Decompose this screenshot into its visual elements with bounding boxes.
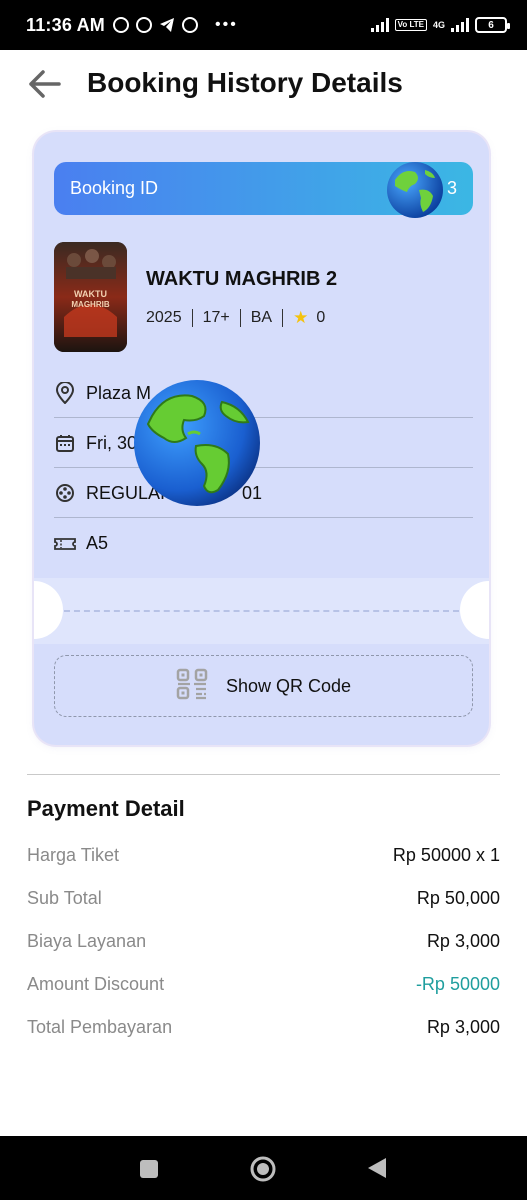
booking-id-label: Booking ID <box>70 178 159 198</box>
meta-divider <box>191 309 193 327</box>
qr-button-label: Show QR Code <box>225 675 352 696</box>
more-notifications-icon: ••• <box>214 16 238 33</box>
show-qr-code-button[interactable]: Show QR Code <box>54 655 473 717</box>
payment-row-total: Total Pembayaran Rp 3,000 <box>27 1017 500 1038</box>
system-status-icons: Vo LTE 4G 6 <box>370 17 510 33</box>
dollar-app-icon <box>181 17 198 33</box>
status-time: 11:36 AM <box>26 14 105 35</box>
movie-meta: 2025 17+ BA ★ 0 <box>146 308 325 328</box>
payment-label: Amount Discount <box>27 974 165 994</box>
film-reel-icon <box>54 482 76 504</box>
movie-format: BA <box>250 309 273 326</box>
payment-row-service-fee: Biaya Layanan Rp 3,000 <box>27 931 500 952</box>
battery-icon: 6 <box>475 17 510 33</box>
payment-value: Rp 50,000 <box>416 888 500 908</box>
alarm-icon <box>112 17 129 33</box>
movie-year: 2025 <box>146 309 182 326</box>
page-title: Booking History Details <box>87 67 403 98</box>
section-divider <box>27 774 500 775</box>
star-icon: ★ <box>293 308 309 327</box>
battery-level: 6 <box>488 19 494 31</box>
status-bar: 11:36 AM ••• Vo LTE 4G 6 <box>0 0 527 50</box>
notification-icons: ••• <box>112 16 238 34</box>
tear-dashed-line <box>64 610 459 612</box>
payment-label: Total Pembayaran <box>27 1017 173 1037</box>
seat-row: A5 <box>54 519 473 568</box>
movie-poster: WAKTU MAGHRIB <box>54 242 127 352</box>
movie-age-rating: 17+ <box>202 309 230 326</box>
svg-text:WAKTU: WAKTU <box>74 289 107 299</box>
square-icon <box>140 1160 158 1178</box>
seat-text: A5 <box>86 533 109 553</box>
back-nav-button[interactable] <box>366 1157 388 1179</box>
home-button[interactable] <box>249 1155 277 1183</box>
payment-value: Rp 3,000 <box>426 1017 500 1037</box>
system-navigation-bar <box>0 1136 527 1200</box>
payment-value: Rp 50000 x 1 <box>392 845 500 865</box>
ticket-icon <box>54 533 76 555</box>
telegram-icon <box>159 18 174 32</box>
payment-row-subtotal: Sub Total Rp 50,000 <box>27 888 500 909</box>
home-circle-icon <box>250 1156 276 1182</box>
location-pin-icon <box>54 382 76 404</box>
network-type: 4G <box>432 19 445 30</box>
payment-label: Harga Tiket <box>27 845 120 865</box>
globe-icon <box>134 380 260 506</box>
payment-value: Rp 3,000 <box>426 931 500 951</box>
payment-label: Sub Total <box>27 888 102 908</box>
arrow-left-icon <box>29 70 61 98</box>
payment-label: Biaya Layanan <box>27 931 147 951</box>
payment-detail-title: Payment Detail <box>27 796 185 821</box>
globe-icon <box>387 162 443 218</box>
back-button[interactable] <box>26 66 62 102</box>
triangle-back-icon <box>368 1158 386 1178</box>
recent-apps-button[interactable] <box>138 1158 160 1180</box>
volte-badge: Vo LTE <box>394 19 427 31</box>
ticket-tear-section <box>34 578 489 644</box>
whatsapp-icon <box>135 17 152 33</box>
svg-text:MAGHRIB: MAGHRIB <box>71 300 109 309</box>
meta-divider <box>282 309 284 327</box>
movie-title: WAKTU MAGHRIB 2 <box>146 268 338 290</box>
meta-divider <box>239 309 241 327</box>
payment-row-discount: Amount Discount -Rp 50000 <box>27 974 500 995</box>
qr-code-icon <box>176 668 208 705</box>
signal-strength-icon <box>370 18 389 32</box>
signal-strength-2-icon <box>451 18 469 32</box>
payment-row-ticket-price: Harga Tiket Rp 50000 x 1 <box>27 845 500 866</box>
payment-value-discount: -Rp 50000 <box>415 974 500 994</box>
movie-score: 0 <box>316 309 326 326</box>
calendar-icon <box>54 432 76 454</box>
